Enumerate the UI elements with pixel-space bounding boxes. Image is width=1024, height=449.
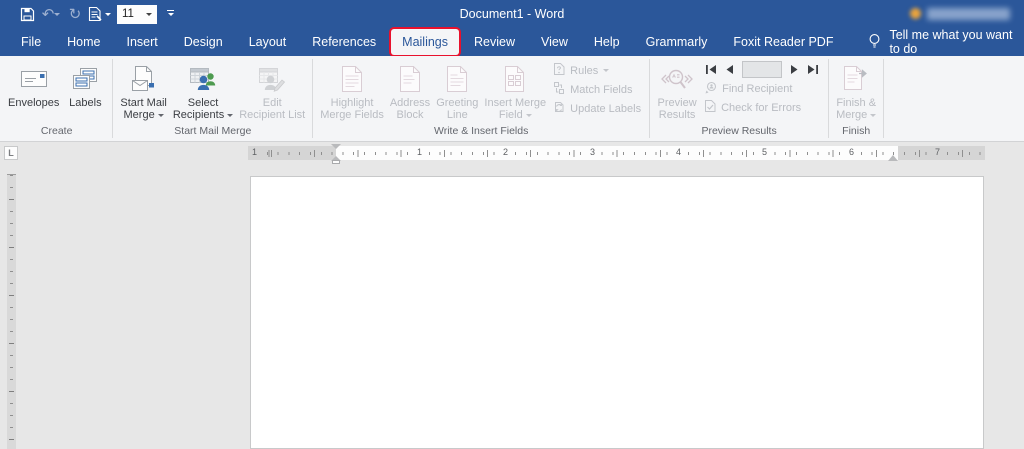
ruler-number: 1 [415, 147, 425, 157]
left-indent-marker[interactable] [332, 160, 340, 164]
check-for-errors-button[interactable]: Check for Errors [700, 98, 824, 117]
group-start-mail-merge: Start Mail Merge Select Recipients Edit … [113, 56, 312, 141]
tab-mailings-selected[interactable]: Mailings [391, 29, 460, 55]
finish-merge-icon [843, 61, 869, 97]
ribbon-mailings: Envelopes Labels Create Start Mail Merge [0, 56, 1024, 142]
group-finish: Finish & Merge Finish [829, 56, 883, 141]
group-label-write-insert-fields: Write & Insert Fields [434, 125, 529, 137]
lightbulb-icon [868, 33, 881, 52]
edit-recipient-list-button[interactable]: Edit Recipient List [236, 59, 308, 121]
greeting-line-icon [446, 61, 468, 97]
labels-icon [72, 61, 98, 97]
chevron-down-icon [870, 113, 877, 120]
tab-foxit-reader-pdf[interactable]: Foxit Reader PDF [720, 28, 846, 56]
mail-merge-wizard-icon[interactable] [88, 3, 111, 25]
quick-access-toolbar: ↶ ↻ 11 [0, 3, 174, 25]
chevron-down-icon [603, 69, 610, 75]
tab-view[interactable]: View [528, 28, 581, 56]
right-indent-marker[interactable] [888, 150, 898, 161]
tab-help[interactable]: Help [581, 28, 633, 56]
rules-icon [553, 62, 565, 79]
redo-icon[interactable]: ↻ [64, 3, 86, 25]
find-recipient-button[interactable]: Find Recipient [700, 79, 824, 98]
chevron-down-icon [227, 113, 234, 120]
title-bar: ↶ ↻ 11 Document1 - Word [0, 0, 1024, 28]
envelope-icon [20, 61, 48, 97]
group-label-create: Create [40, 125, 73, 137]
group-create: Envelopes Labels Create [1, 56, 112, 141]
tab-home[interactable]: Home [54, 28, 113, 56]
horizontal-ruler: 1 1 2 3 4 5 6 7 [248, 146, 985, 160]
insert-merge-field-icon [503, 61, 527, 97]
document-page[interactable] [250, 176, 984, 449]
vertical-ruler [7, 174, 16, 449]
tell-me-label: Tell me what you want to do [889, 28, 1013, 56]
rules-button[interactable]: Rules [549, 61, 645, 80]
first-record-icon[interactable] [704, 63, 718, 77]
save-icon[interactable] [16, 3, 38, 25]
tell-me-search[interactable]: Tell me what you want to do [868, 28, 1024, 56]
ruler-number: 3 [588, 147, 598, 157]
match-fields-icon [553, 81, 565, 98]
start-mail-merge-button[interactable]: Start Mail Merge [117, 59, 169, 121]
tab-insert[interactable]: Insert [114, 28, 171, 56]
font-size-selector[interactable]: 11 [117, 4, 157, 24]
customize-qat-icon[interactable] [167, 9, 174, 19]
ruler-number: 5 [760, 147, 770, 157]
group-write-insert-fields: Highlight Merge Fields Address Block Gre… [313, 56, 649, 141]
edit-recipient-list-icon [258, 61, 286, 97]
group-label-finish: Finish [842, 125, 871, 137]
tab-layout[interactable]: Layout [236, 28, 300, 56]
address-block-icon [399, 61, 421, 97]
finish-and-merge-button[interactable]: Finish & Merge [833, 59, 879, 121]
ruler-number: 7 [933, 147, 943, 157]
preview-results-icon [660, 61, 694, 97]
ruler-number: 6 [847, 147, 857, 157]
tab-design[interactable]: Design [171, 28, 236, 56]
labels-button[interactable]: Labels [62, 59, 108, 109]
ruler-number: 1 [250, 147, 260, 157]
update-labels-button[interactable]: Update Labels [549, 99, 645, 118]
group-label-start-mail-merge: Start Mail Merge [174, 125, 252, 137]
tab-grammarly[interactable]: Grammarly [633, 28, 721, 56]
select-recipients-icon [189, 61, 217, 97]
address-block-button[interactable]: Address Block [387, 59, 433, 121]
check-for-errors-icon [704, 99, 716, 116]
ribbon-tab-bar: File Home Insert Design Layout Reference… [0, 28, 1024, 56]
highlight-merge-fields-button[interactable]: Highlight Merge Fields [317, 59, 387, 121]
tab-file[interactable]: File [8, 28, 54, 56]
group-preview-results: Preview Results Find Recipient Check for… [650, 56, 828, 141]
chevron-down-icon [525, 113, 532, 120]
tab-stop-selector[interactable]: L [4, 146, 18, 160]
group-label-preview-results: Preview Results [701, 125, 777, 137]
tab-references[interactable]: References [299, 28, 389, 56]
user-avatar [910, 8, 921, 19]
match-fields-button[interactable]: Match Fields [549, 80, 645, 99]
font-size-value: 11 [122, 8, 134, 20]
last-record-icon[interactable] [806, 63, 820, 77]
account-badge[interactable] [910, 5, 1010, 22]
next-record-icon[interactable] [788, 63, 802, 77]
select-recipients-button[interactable]: Select Recipients [170, 59, 236, 121]
find-recipient-icon [704, 81, 717, 97]
group-separator [883, 59, 885, 138]
previous-record-icon[interactable] [722, 63, 736, 77]
document-workspace: L 1 1 2 3 4 5 6 7 [0, 143, 1024, 449]
insert-merge-field-button[interactable]: Insert Merge Field [481, 59, 549, 121]
update-labels-icon [553, 100, 565, 117]
ruler-number: 2 [501, 147, 511, 157]
highlight-merge-fields-icon [341, 61, 363, 97]
record-navigator [700, 59, 824, 79]
go-to-record-input[interactable] [742, 61, 783, 78]
start-mail-merge-icon [131, 61, 157, 97]
greeting-line-button[interactable]: Greeting Line [433, 59, 481, 121]
envelopes-button[interactable]: Envelopes [5, 59, 62, 109]
undo-icon[interactable]: ↶ [40, 3, 62, 25]
user-name-redacted [927, 7, 1010, 20]
tab-review[interactable]: Review [461, 28, 528, 56]
chevron-down-icon [157, 113, 164, 120]
ruler-number: 4 [674, 147, 684, 157]
preview-results-button[interactable]: Preview Results [654, 59, 700, 121]
